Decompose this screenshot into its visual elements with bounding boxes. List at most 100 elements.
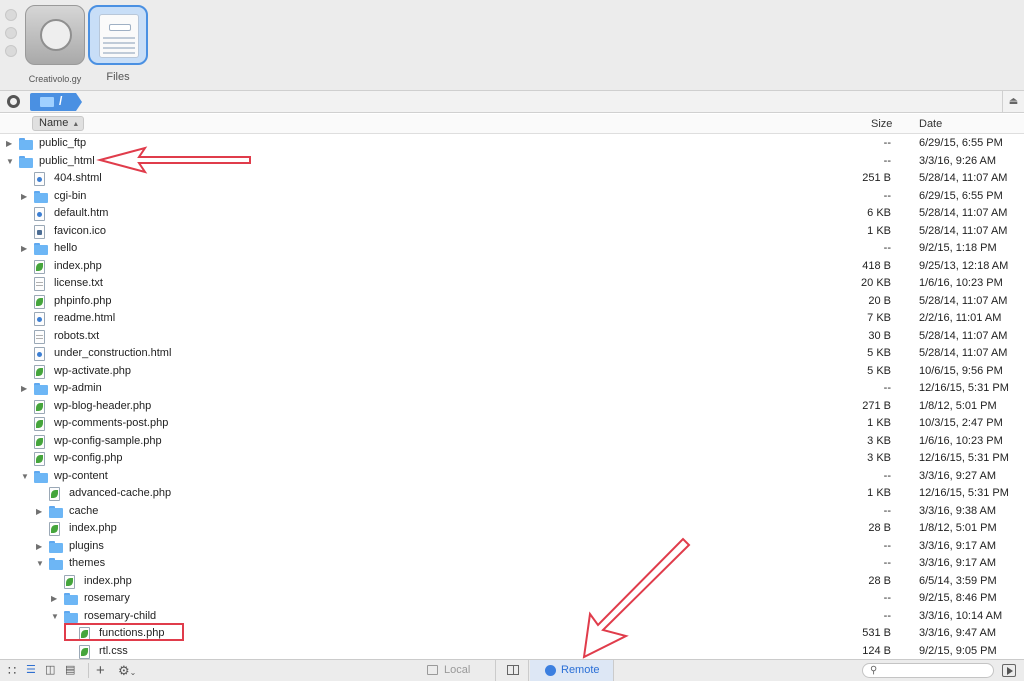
column-header-name[interactable]: Name ▲	[32, 116, 84, 131]
close-window-button[interactable]	[5, 9, 17, 21]
disclosure-collapsed-icon[interactable]	[21, 243, 31, 253]
annotation-highlight-box	[64, 623, 184, 641]
action-menu-button[interactable]: ⚙⌄	[118, 663, 136, 678]
split-view-button[interactable]	[495, 660, 529, 681]
row-name: index.php	[69, 522, 117, 534]
disclosure-collapsed-icon[interactable]	[6, 138, 16, 148]
folder-row[interactable]: public_ftp -- 6/29/15, 6:55 PM	[0, 135, 1024, 153]
row-date: 5/28/14, 11:07 AM	[919, 347, 1008, 359]
row-size: --	[883, 469, 891, 482]
cover-flow-button[interactable]: ▤	[65, 663, 81, 678]
row-date: 1/6/16, 10:23 PM	[919, 434, 1003, 447]
disclosure-expanded-icon[interactable]	[36, 558, 46, 568]
row-date: 12/16/15, 5:31 PM	[919, 382, 1009, 394]
row-name: index.php	[84, 574, 132, 587]
list-view-button[interactable]: ☰	[26, 663, 40, 678]
row-name: 404.shtml	[54, 172, 102, 184]
column-header-size[interactable]: Size	[871, 118, 892, 130]
row-date: 3/3/16, 9:17 AM	[919, 557, 997, 569]
search-input[interactable]	[883, 664, 988, 677]
php-file-icon	[49, 487, 60, 501]
file-row[interactable]: robots.txt 30 B 5/28/14, 11:07 AM	[0, 328, 1024, 346]
disclosure-collapsed-icon[interactable]	[36, 541, 46, 551]
row-name: advanced-cache.php	[69, 487, 172, 499]
file-row[interactable]: readme.html 7 KB 2/2/16, 11:01 AM	[0, 310, 1024, 328]
site-tile-files[interactable]	[88, 5, 148, 65]
row-date: 3/3/16, 9:27 AM	[919, 469, 997, 482]
split-pane-icon	[507, 665, 519, 675]
breadcrumb-arrow	[76, 93, 82, 111]
folder-row[interactable]: rosemary -- 9/2/15, 8:46 PM	[0, 590, 1024, 608]
file-row[interactable]: wp-config.php 3 KB 12/16/15, 5:31 PM	[0, 450, 1024, 468]
disclosure-collapsed-icon[interactable]	[36, 506, 46, 516]
folder-row[interactable]: hello -- 9/2/15, 1:18 PM	[0, 240, 1024, 258]
file-row[interactable]: under_construction.html 5 KB 5/28/14, 11:0…	[0, 345, 1024, 363]
file-row[interactable]: wp-comments-post.php 1 KB 10/3/15, 2:47 PM	[0, 415, 1024, 433]
row-size: 124 B	[862, 644, 891, 657]
column-header-date[interactable]: Date	[919, 118, 942, 130]
files-document-icon	[99, 14, 139, 58]
php-file-icon	[49, 522, 60, 536]
row-size: 1 KB	[867, 224, 891, 237]
folder-row[interactable]: wp-content -- 3/3/16, 9:27 AM	[0, 468, 1024, 486]
minimize-window-button[interactable]	[5, 27, 17, 39]
row-name: readme.html	[54, 312, 116, 324]
folder-row[interactable]: themes -- 3/3/16, 9:17 AM	[0, 555, 1024, 573]
file-row[interactable]: index.php 28 B 6/5/14, 3:59 PM	[0, 573, 1024, 591]
row-size: 251 B	[862, 172, 891, 184]
row-date: 9/2/15, 9:05 PM	[919, 644, 997, 657]
file-row[interactable]: wp-blog-header.php 271 B 1/8/12, 5:01 PM	[0, 398, 1024, 416]
row-size: --	[883, 539, 891, 552]
search-field[interactable]: ⚲	[862, 663, 994, 678]
eject-icon: ⏏	[1008, 96, 1019, 107]
file-row[interactable]: advanced-cache.php 1 KB 12/16/15, 5:31 PM	[0, 485, 1024, 503]
file-row[interactable]: 404.shtml 251 B 5/28/14, 11:07 AM	[0, 170, 1024, 188]
file-row[interactable]: index.php 418 B 9/25/13, 12:18 AM	[0, 258, 1024, 276]
quick-look-button[interactable]	[4, 94, 24, 110]
file-row[interactable]: wp-activate.php 5 KB 10/6/15, 9:56 PM	[0, 363, 1024, 381]
php-file-icon	[34, 452, 45, 466]
toggle-sidebar-button[interactable]	[1002, 664, 1016, 677]
file-row[interactable]: index.php 28 B 1/8/12, 5:01 PM	[0, 520, 1024, 538]
plus-icon: +	[96, 662, 105, 679]
disclosure-expanded-icon[interactable]	[6, 156, 16, 166]
row-name: public_html	[39, 154, 95, 167]
folder-row[interactable]: cache -- 3/3/16, 9:38 AM	[0, 503, 1024, 521]
site-tile-server[interactable]	[25, 5, 85, 65]
remote-tab[interactable]: Remote	[530, 660, 614, 681]
row-size: 3 KB	[867, 452, 891, 464]
row-date: 1/8/12, 5:01 PM	[919, 522, 997, 534]
local-tab[interactable]: Local	[405, 660, 495, 681]
add-button[interactable]: +	[96, 663, 105, 678]
file-row[interactable]: default.htm 6 KB 5/28/14, 11:07 AM	[0, 205, 1024, 223]
zoom-window-button[interactable]	[5, 45, 17, 57]
folder-row[interactable]: public_html -- 3/3/16, 9:26 AM	[0, 153, 1024, 171]
row-size: 418 B	[862, 259, 891, 272]
row-size: 1 KB	[867, 487, 891, 499]
row-name: wp-content	[54, 469, 108, 482]
row-size: --	[883, 189, 891, 202]
disclosure-expanded-icon[interactable]	[51, 611, 61, 621]
folder-icon	[19, 137, 33, 151]
file-row[interactable]: rtl.css 124 B 9/2/15, 9:05 PM	[0, 643, 1024, 660]
row-date: 2/2/16, 11:01 AM	[919, 312, 1002, 324]
sort-ascending-icon: ▲	[72, 121, 80, 128]
file-row[interactable]: favicon.ico 1 KB 5/28/14, 11:07 AM	[0, 223, 1024, 241]
file-row[interactable]: license.txt 20 KB 1/6/16, 10:23 PM	[0, 275, 1024, 293]
eye-icon	[7, 95, 20, 108]
folder-row[interactable]: wp-admin -- 12/16/15, 5:31 PM	[0, 380, 1024, 398]
column-view-button[interactable]: ◫	[45, 663, 61, 678]
disclosure-collapsed-icon[interactable]	[21, 191, 31, 201]
disclosure-expanded-icon[interactable]	[21, 471, 31, 481]
file-row[interactable]: wp-config-sample.php 3 KB 1/6/16, 10:23 PM	[0, 433, 1024, 451]
row-date: 10/6/15, 9:56 PM	[919, 364, 1003, 377]
disclosure-collapsed-icon[interactable]	[21, 383, 31, 393]
breadcrumb-root[interactable]: /	[30, 93, 76, 111]
disclosure-collapsed-icon[interactable]	[51, 593, 61, 603]
bottom-bar: ☰ ◫ ▤ + ⚙⌄ Local Remote ⚲	[0, 659, 1024, 681]
icon-view-button[interactable]	[8, 663, 20, 678]
eject-button[interactable]: ⏏	[1002, 91, 1024, 112]
file-row[interactable]: phpinfo.php 20 B 5/28/14, 11:07 AM	[0, 293, 1024, 311]
folder-row[interactable]: plugins -- 3/3/16, 9:17 AM	[0, 538, 1024, 556]
folder-row[interactable]: cgi-bin -- 6/29/15, 6:55 PM	[0, 188, 1024, 206]
